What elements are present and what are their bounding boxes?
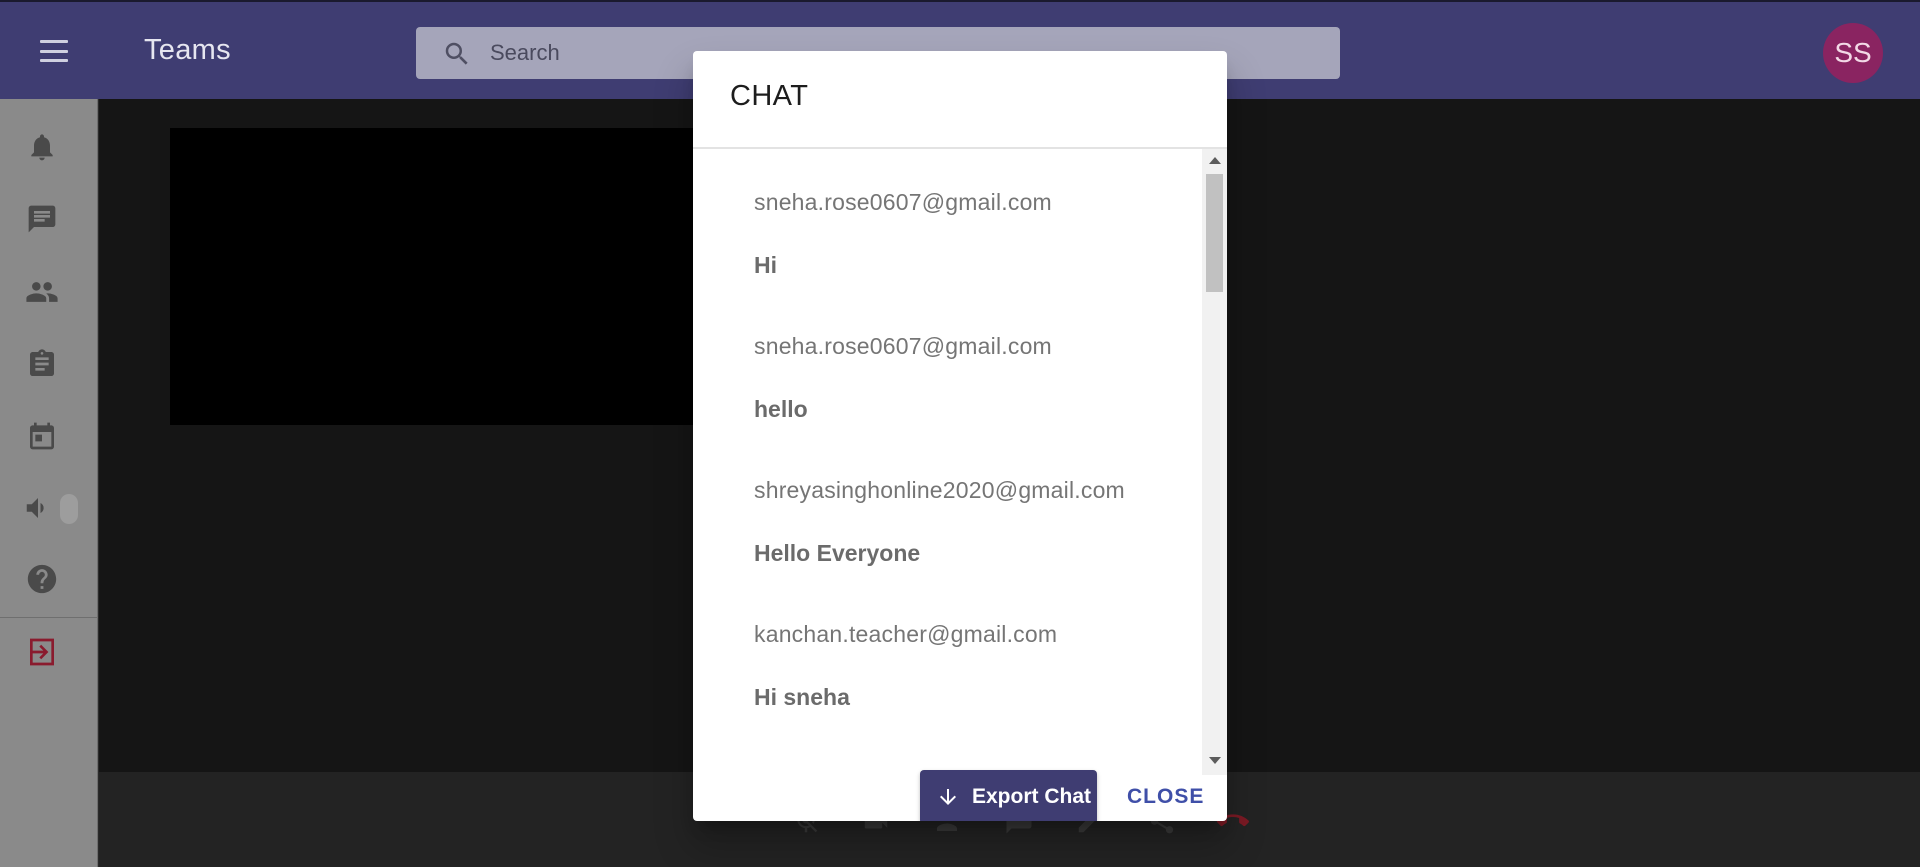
message-sender: sneha.rose0607@gmail.com (754, 333, 1052, 359)
message-sender: shreyasinghonline2020@gmail.com (754, 477, 1125, 503)
export-chat-button[interactable]: Export Chat (920, 770, 1097, 821)
message-text: hello (754, 396, 808, 422)
message-sender: sneha.rose0607@gmail.com (754, 189, 1052, 215)
close-button[interactable]: CLOSE (1115, 770, 1216, 821)
chat-dialog: CHAT sneha.rose0607@gmail.com Hi sneha.r… (693, 51, 1227, 821)
arrow-down-icon (936, 785, 960, 809)
scroll-thumb[interactable] (1206, 174, 1223, 292)
scroll-up-icon[interactable] (1209, 157, 1221, 164)
message-text: Hi sneha (754, 684, 850, 710)
chat-scrollbar[interactable] (1202, 149, 1227, 775)
chat-message: shreyasinghonline2020@gmail.com Hello Ev… (754, 477, 1125, 567)
dialog-actions: Export Chat CLOSE (693, 770, 1227, 821)
scroll-down-icon[interactable] (1209, 757, 1221, 764)
chat-message: sneha.rose0607@gmail.com hello (754, 333, 1052, 423)
export-chat-label: Export Chat (972, 785, 1092, 808)
chat-message: kanchan.teacher@gmail.com Hi sneha (754, 621, 1057, 711)
message-text: Hello Everyone (754, 540, 921, 566)
message-text: Hi (754, 252, 777, 278)
chat-message: sneha.rose0607@gmail.com Hi (754, 189, 1052, 279)
message-sender: kanchan.teacher@gmail.com (754, 621, 1058, 647)
dialog-title: CHAT (730, 80, 809, 112)
chat-message-list[interactable]: sneha.rose0607@gmail.com Hi sneha.rose06… (693, 149, 1227, 774)
